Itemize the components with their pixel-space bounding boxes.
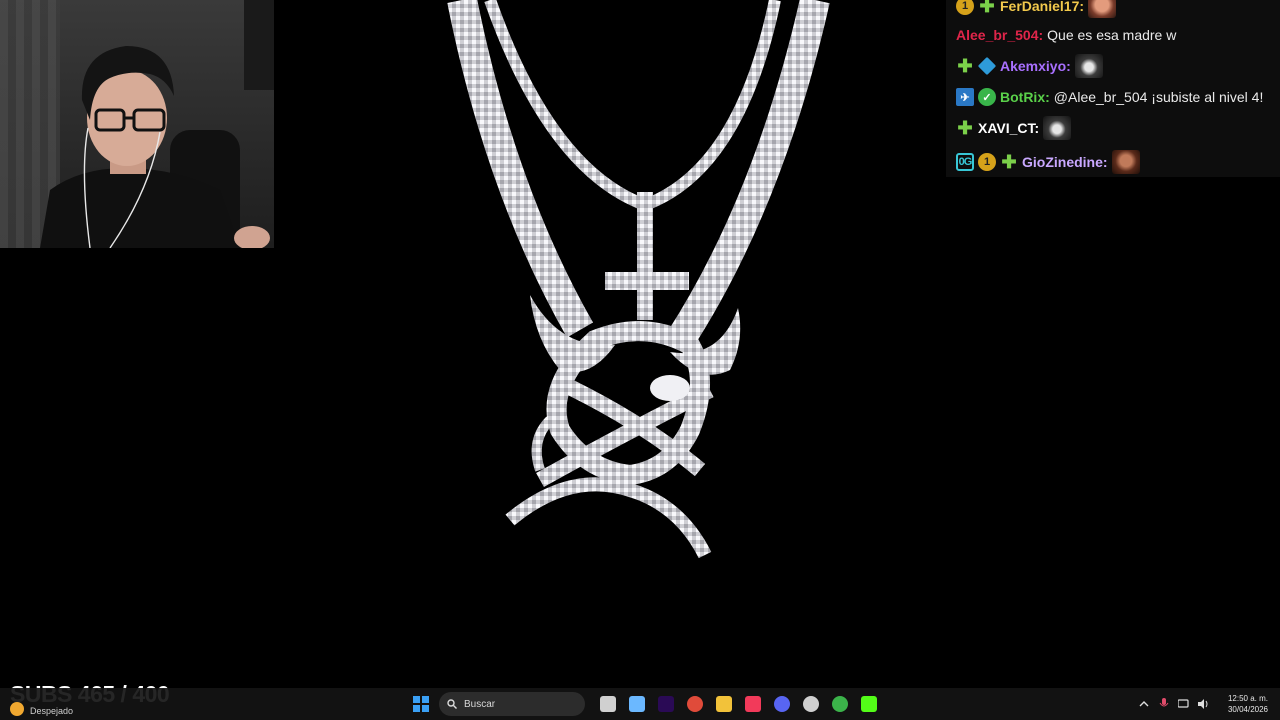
search-placeholder: Buscar [464,698,496,710]
task-view-icon[interactable] [593,688,622,720]
chat-emote-icon [1074,54,1103,78]
chat-message: 0G 1 ✚ GioZinedine: [956,148,1140,176]
chat-emote-icon [1043,116,1072,140]
weather-sun-icon [10,702,24,716]
chrome-icon[interactable] [680,688,709,720]
clock-date: 30/04/2026 [1227,705,1268,714]
kick-icon-glyph [860,696,877,712]
copilot-icon[interactable] [622,688,651,720]
taskbar-clock[interactable]: 12:50 a. m. 30/04/2026 [1214,693,1280,715]
chrome-icon-glyph [686,696,703,712]
chat-username[interactable]: BotRix: [1000,89,1050,105]
weather-widget[interactable]: Despejado [10,692,73,716]
cube-badge-icon [977,56,997,76]
file-explorer-icon-glyph [715,696,732,712]
gem-badge-icon: ✚ [979,0,995,16]
network-icon[interactable] [1174,688,1194,720]
gem-badge-icon: ✚ [957,55,973,76]
taskbar-search-box[interactable]: Buscar [439,692,585,716]
windows-start-icon-glyph [412,696,429,712]
chat-message-text: @Alee_br_504 ¡subiste al nivel 4! [1053,89,1264,105]
copilot-icon-glyph [628,696,645,712]
tier-badge-icon: 1 [956,0,974,15]
chat-message: Alee_br_504: Que es esa madre w [956,21,1176,49]
discord-icon-glyph [773,696,790,712]
task-view-icon-glyph [599,696,616,712]
chat-emote-icon [1111,150,1140,174]
chat-message: ✈ ✓ BotRix: @Alee_br_504 ¡subiste al nivel … [956,83,1263,111]
windows-taskbar: Despejado Buscar 12:50 a. m. 30/04/2026 [0,688,1280,720]
search-icon [447,699,457,709]
apple-music-icon[interactable] [738,688,767,720]
founder-badge-icon: 0G [956,153,974,171]
webcam-overlay [0,0,274,248]
file-explorer-icon[interactable] [709,688,738,720]
chat-username[interactable]: GioZinedine: [1022,154,1108,170]
gem-badge-icon: ✚ [1001,151,1017,172]
diamond-necklace-artwork [447,0,830,559]
kick-icon[interactable] [854,688,883,720]
tier-badge-icon: 1 [978,153,996,171]
verified-badge-icon: ✓ [978,88,996,106]
chat-message: ✚ Akemxiyo: [956,52,1103,80]
weather-label: Despejado [30,705,74,716]
chat-message-text: Que es esa madre w [1047,27,1177,43]
discord-icon[interactable] [767,688,796,720]
chrome-profile-icon-glyph [831,696,848,712]
chat-username[interactable]: XAVI_CT: [978,120,1039,136]
premiere-pro-icon[interactable] [651,688,680,720]
chat-overlay: 1 ✚ FerDaniel17: Alee_br_504: Que es esa mad… [946,0,1280,177]
windows-start-icon[interactable] [406,688,435,720]
apple-music-icon-glyph [744,696,761,712]
volume-icon[interactable] [1194,688,1214,720]
chat-message: ✚ XAVI_CT: [956,114,1072,142]
streamer-figure [40,46,270,248]
obs-icon-glyph [802,696,819,712]
taskbar-apps: Buscar [406,688,883,720]
system-tray: 12:50 a. m. 30/04/2026 [1134,688,1280,720]
clock-time: 12:50 a. m. [1227,694,1268,703]
bot-badge-icon: ✈ [956,88,974,106]
chevron-up-icon[interactable] [1134,688,1154,720]
gem-badge-icon: ✚ [957,117,973,138]
microphone-icon[interactable] [1154,688,1174,720]
obs-icon[interactable] [796,688,825,720]
stream-viewport: 1 ✚ FerDaniel17: Alee_br_504: Que es esa mad… [0,0,1280,720]
chat-message: 1 ✚ FerDaniel17: [956,0,1117,20]
chat-username[interactable]: Alee_br_504: [956,27,1043,43]
chrome-profile-icon[interactable] [825,688,854,720]
chat-username[interactable]: Akemxiyo: [1000,58,1071,74]
premiere-pro-icon-glyph [657,696,674,712]
chat-username[interactable]: FerDaniel17: [1000,0,1084,14]
chat-emote-icon [1088,0,1117,18]
